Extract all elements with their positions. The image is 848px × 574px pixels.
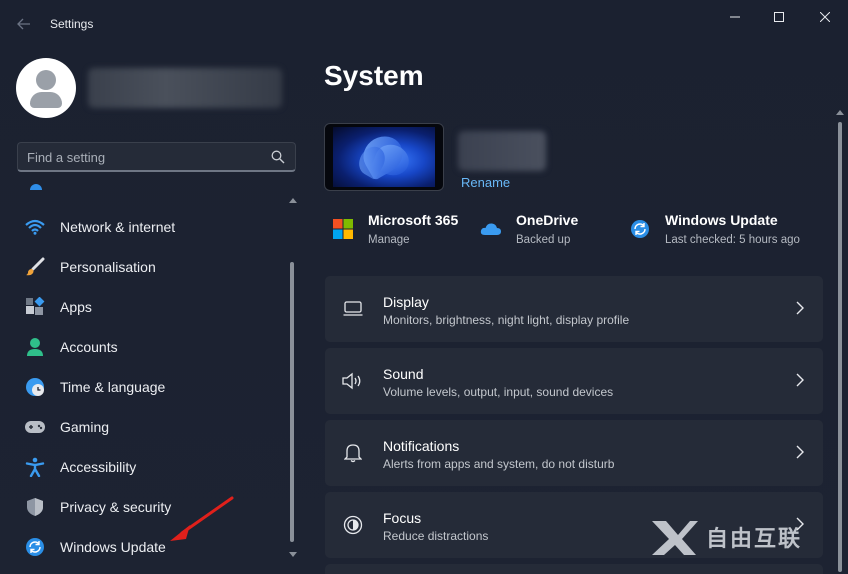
quick-title: Microsoft 365 xyxy=(368,212,459,228)
sidebar-item-label: Accessibility xyxy=(60,459,137,475)
device-name-redacted xyxy=(458,131,546,171)
quick-onedrive[interactable]: OneDrive Backed up xyxy=(480,210,578,250)
back-button[interactable] xyxy=(12,12,36,36)
wifi-icon xyxy=(24,216,46,238)
scroll-down-icon[interactable] xyxy=(289,552,297,557)
search-box[interactable] xyxy=(17,142,296,172)
watermark-text: 自由互联 xyxy=(706,526,803,551)
sidebar-scrollbar[interactable] xyxy=(288,194,298,566)
onedrive-cloud-icon xyxy=(480,218,502,240)
wallpaper-image xyxy=(333,127,435,187)
card-title: Display xyxy=(383,294,429,310)
card-sound[interactable]: Sound Volume levels, output, input, soun… xyxy=(325,348,823,414)
card-notifications[interactable]: Notifications Alerts from apps and syste… xyxy=(325,420,823,486)
gamepad-icon xyxy=(24,416,46,438)
sidebar-item-personalisation[interactable]: Personalisation xyxy=(20,249,284,285)
sidebar-item-label: Apps xyxy=(60,299,92,315)
speaker-icon xyxy=(341,369,365,393)
accessibility-icon xyxy=(24,456,46,478)
chevron-right-icon xyxy=(796,301,804,315)
search-input[interactable] xyxy=(27,150,267,165)
title-bar: Settings xyxy=(0,0,848,48)
focus-icon xyxy=(341,513,365,537)
quick-subtitle: Manage xyxy=(368,234,410,246)
quick-title: OneDrive xyxy=(516,212,579,228)
person-icon xyxy=(24,336,46,358)
arrow-left-icon xyxy=(17,18,30,30)
quick-microsoft-365[interactable]: Microsoft 365 Manage xyxy=(332,210,458,250)
sidebar-item-accessibility[interactable]: Accessibility xyxy=(20,449,284,485)
shield-icon xyxy=(24,496,46,518)
card-next-partial[interactable] xyxy=(325,564,823,574)
close-icon xyxy=(820,12,830,22)
sidebar-item-label: Time & language xyxy=(60,379,166,395)
maximize-icon xyxy=(774,12,784,22)
minimize-icon xyxy=(730,16,740,18)
close-button[interactable] xyxy=(805,6,845,28)
quick-subtitle: Backed up xyxy=(516,234,571,246)
avatar[interactable] xyxy=(16,58,76,118)
quick-subtitle: Last checked: 5 hours ago xyxy=(665,234,800,246)
sidebar-item-label: Personalisation xyxy=(60,259,156,275)
device-wallpaper-thumbnail xyxy=(324,123,444,191)
maximize-button[interactable] xyxy=(759,6,799,28)
scrollbar-thumb[interactable] xyxy=(838,122,842,572)
apps-icon xyxy=(24,296,46,318)
avatar-body xyxy=(30,92,62,108)
card-subtitle: Reduce distractions xyxy=(383,529,489,543)
paintbrush-icon xyxy=(24,256,46,278)
card-title: Focus xyxy=(383,510,422,526)
sidebar-item-gaming[interactable]: Gaming xyxy=(20,409,284,445)
rename-link[interactable]: Rename xyxy=(461,175,510,190)
sidebar-item-time-language[interactable]: Time & language xyxy=(20,369,284,405)
main-scrollbar[interactable] xyxy=(836,108,844,572)
red-arrow-annotation xyxy=(170,496,234,541)
monitor-icon xyxy=(341,297,365,321)
user-info-redacted xyxy=(88,68,282,108)
quick-title: Windows Update xyxy=(665,212,778,228)
chevron-right-icon xyxy=(796,373,804,387)
chevron-right-icon xyxy=(796,445,804,459)
page-title: System xyxy=(324,60,424,91)
sidebar-item-label: Privacy & security xyxy=(60,499,172,515)
clock-globe-icon xyxy=(24,376,46,398)
sidebar-item-label: Accounts xyxy=(60,339,118,355)
sidebar-item-accounts[interactable]: Accounts xyxy=(20,329,284,365)
card-subtitle: Monitors, brightness, night light, displ… xyxy=(383,313,630,327)
sidebar-item-apps[interactable]: Apps xyxy=(20,289,284,325)
update-icon xyxy=(24,536,46,558)
settings-window: Settings Network & internet Personalisat… xyxy=(0,0,848,574)
watermark: 自由互联 xyxy=(650,514,840,560)
card-subtitle: Alerts from apps and system, do not dist… xyxy=(383,457,615,471)
card-subtitle: Volume levels, output, input, sound devi… xyxy=(383,385,614,399)
card-display[interactable]: Display Monitors, brightness, night ligh… xyxy=(325,276,823,342)
minimize-button[interactable] xyxy=(715,6,755,28)
microsoft-logo-icon xyxy=(332,218,354,240)
app-title: Settings xyxy=(50,17,94,31)
scroll-up-icon[interactable] xyxy=(836,110,844,115)
scrollbar-thumb[interactable] xyxy=(290,262,294,542)
update-icon xyxy=(629,218,651,240)
bell-icon xyxy=(341,441,365,465)
card-title: Sound xyxy=(383,366,424,382)
sidebar-item-label: Windows Update xyxy=(60,539,166,555)
watermark-logo-icon xyxy=(652,521,698,555)
sidebar-item-network[interactable]: Network & internet xyxy=(20,209,284,245)
search-icon xyxy=(271,150,285,164)
quick-windows-update[interactable]: Windows Update Last checked: 5 hours ago xyxy=(629,210,800,250)
sidebar-item-label: Network & internet xyxy=(60,219,176,235)
scroll-up-icon[interactable] xyxy=(289,198,297,203)
card-title: Notifications xyxy=(383,438,460,454)
sidebar-item-privacy-security[interactable]: Privacy & security xyxy=(20,489,284,525)
sidebar-item-label: Gaming xyxy=(60,419,110,435)
avatar-head xyxy=(36,70,56,90)
partial-nav-icon xyxy=(30,184,42,190)
sidebar-item-windows-update[interactable]: Windows Update xyxy=(20,529,284,565)
